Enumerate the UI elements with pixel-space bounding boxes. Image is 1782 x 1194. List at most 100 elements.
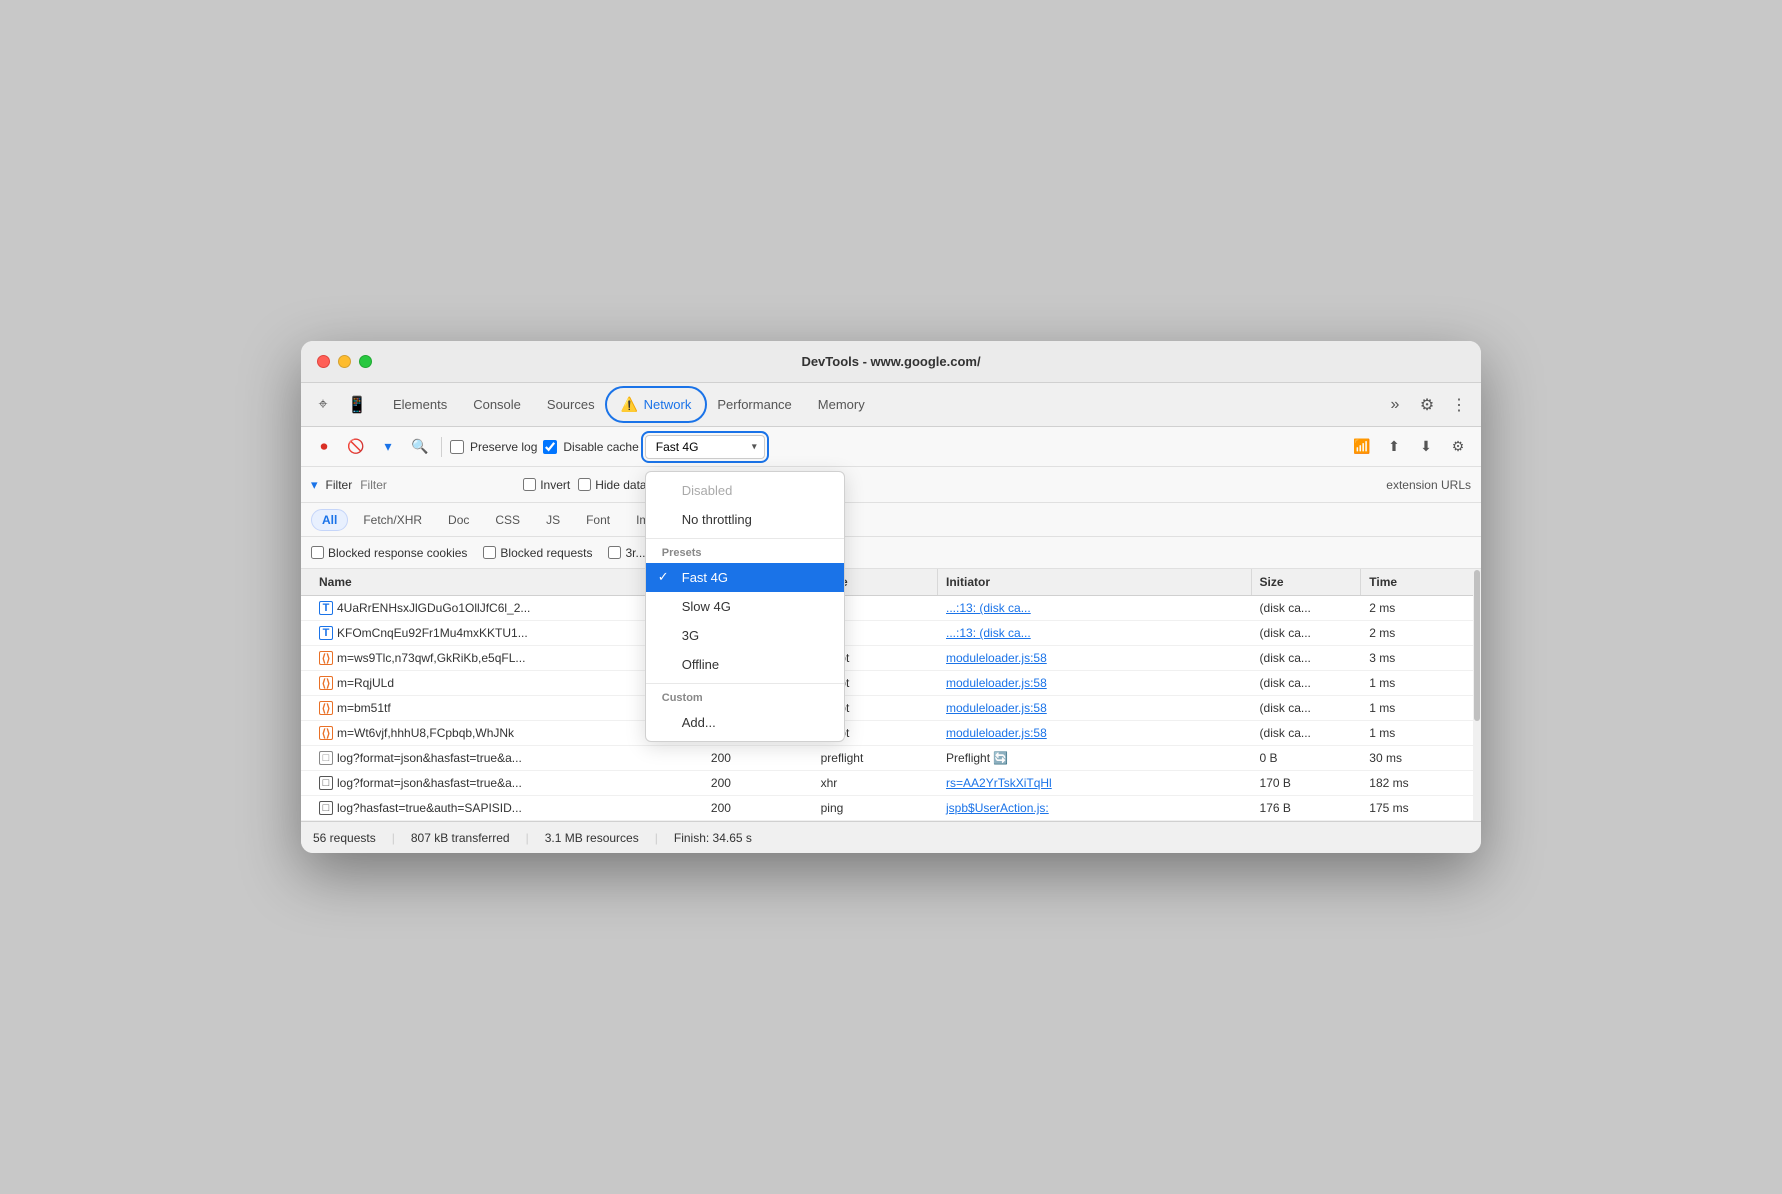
row-initiator[interactable]: ...:13: (disk ca... [938, 596, 1252, 620]
dropdown-item-fast4g[interactable]: ✓ Fast 4G [646, 563, 844, 592]
dropdown-item-add[interactable]: Add... [646, 708, 844, 737]
type-btn-fetch-xhr[interactable]: Fetch/XHR [352, 509, 433, 531]
invert-checkbox-label[interactable]: Invert [523, 478, 570, 492]
disable-cache-text: Disable cache [563, 440, 638, 454]
row-size: (disk ca... [1252, 721, 1362, 745]
row-initiator[interactable]: rs=AA2YrTskXiTqHl [938, 771, 1252, 795]
table-row[interactable]: ⟨⟩ m=Wt6vjf,hhhU8,FCpbqb,WhJNk 200 scrip… [301, 721, 1481, 746]
row-initiator[interactable]: moduleloader.js:58 [938, 646, 1252, 670]
scrollbar[interactable] [1473, 569, 1481, 821]
table-row[interactable]: ⟨⟩ m=RqjULd 200 script moduleloader.js:5… [301, 671, 1481, 696]
row-initiator[interactable]: ...:13: (disk ca... [938, 621, 1252, 645]
tab-console[interactable]: Console [461, 391, 533, 418]
title-bar: DevTools - www.google.com/ [301, 341, 1481, 383]
filter-bar: ▾ Filter Invert Hide data... extension U… [301, 467, 1481, 503]
type-filter-bar: All Fetch/XHR Doc CSS JS Font Img Media … [301, 503, 1481, 537]
status-divider-1: | [392, 831, 395, 845]
tab-memory[interactable]: Memory [806, 391, 877, 418]
record-button[interactable]: ⏺ [311, 434, 337, 460]
table-row[interactable]: ⟨⟩ m=bm51tf 200 script moduleloader.js:5… [301, 696, 1481, 721]
check-icon: ✓ [658, 569, 669, 585]
throttle-select[interactable]: Fast 4G No throttling Slow 4G 3G Offline [645, 435, 765, 459]
inspect-icon[interactable]: ⌖ [309, 391, 337, 419]
row-size: (disk ca... [1252, 696, 1362, 720]
tab-performance[interactable]: Performance [705, 391, 803, 418]
network-toolbar: ⏺ 🚫 ▾ 🔍 Preserve log Disable cache Fast … [301, 427, 1481, 467]
dropdown-item-no-throttling[interactable]: No throttling [646, 505, 844, 534]
dropdown-separator-2 [646, 683, 844, 684]
row-initiator[interactable]: moduleloader.js:58 [938, 696, 1252, 720]
resources-size: 3.1 MB resources [545, 831, 639, 845]
tab-network[interactable]: ⚠️ Network [609, 390, 704, 419]
checkbox-bar: Blocked response cookies Blocked request… [301, 537, 1481, 569]
table-row[interactable]: T 4UaRrENHsxJlGDuGo1OllJfC6l_2... 200 fo… [301, 596, 1481, 621]
blocked-cookies-checkbox[interactable] [311, 546, 324, 559]
tab-right-icons: » ⚙ ⋮ [1381, 391, 1473, 419]
settings-icon[interactable]: ⚙ [1413, 391, 1441, 419]
third-party-text: 3r... [625, 546, 645, 560]
dropdown-item-fast4g-label: Fast 4G [682, 570, 728, 585]
row-time: 175 ms [1361, 796, 1471, 820]
tab-sources[interactable]: Sources [535, 391, 607, 418]
scrollbar-thumb[interactable] [1474, 570, 1480, 721]
more-tabs-icon[interactable]: » [1381, 391, 1409, 419]
row-time: 1 ms [1361, 671, 1471, 695]
throttle-dropdown-wrapper: Fast 4G No throttling Slow 4G 3G Offline… [645, 435, 765, 459]
table-row[interactable]: T KFOmCnqEu92Fr1Mu4mxKKTU1... 200 font .… [301, 621, 1481, 646]
row-initiator[interactable]: moduleloader.js:58 [938, 671, 1252, 695]
network-conditions-icon[interactable]: 📶 [1349, 434, 1375, 460]
minimize-button[interactable] [338, 355, 351, 368]
disable-cache-label[interactable]: Disable cache [543, 440, 638, 454]
blocked-cookies-text: Blocked response cookies [328, 546, 467, 560]
dropdown-item-offline[interactable]: Offline [646, 650, 844, 679]
dropdown-item-3g[interactable]: 3G [646, 621, 844, 650]
third-party-checkbox[interactable] [608, 546, 621, 559]
import-icon[interactable]: ⬆ [1381, 434, 1407, 460]
export-icon[interactable]: ⬇ [1413, 434, 1439, 460]
row-status: 200 [703, 746, 813, 770]
blocked-requests-label[interactable]: Blocked requests [483, 546, 592, 560]
more-options-icon[interactable]: ⋮ [1445, 391, 1473, 419]
row-initiator[interactable]: jspb$UserAction.js: [938, 796, 1252, 820]
invert-checkbox[interactable] [523, 478, 536, 491]
filter-icon[interactable]: ▾ [375, 434, 401, 460]
preserve-log-checkbox[interactable] [450, 440, 464, 454]
window-title: DevTools - www.google.com/ [801, 354, 980, 369]
network-settings-icon[interactable]: ⚙ [1445, 434, 1471, 460]
row-time: 182 ms [1361, 771, 1471, 795]
blocked-requests-checkbox[interactable] [483, 546, 496, 559]
row-size: (disk ca... [1252, 621, 1362, 645]
dropdown-item-no-throttling-label: No throttling [682, 512, 752, 527]
type-btn-font[interactable]: Font [575, 509, 621, 531]
row-time: 3 ms [1361, 646, 1471, 670]
type-btn-all[interactable]: All [311, 509, 348, 531]
dropdown-item-slow4g[interactable]: Slow 4G [646, 592, 844, 621]
clear-button[interactable]: 🚫 [343, 434, 369, 460]
hide-data-checkbox[interactable] [578, 478, 591, 491]
type-btn-css[interactable]: CSS [484, 509, 531, 531]
table-row[interactable]: □ log?format=json&hasfast=true&a... 200 … [301, 771, 1481, 796]
type-btn-js[interactable]: JS [535, 509, 571, 531]
invert-label: Invert [540, 478, 570, 492]
type-btn-doc[interactable]: Doc [437, 509, 480, 531]
col-initiator: Initiator [938, 569, 1252, 595]
blocked-cookies-label[interactable]: Blocked response cookies [311, 546, 467, 560]
row-initiator: Preflight 🔄 [938, 746, 1252, 770]
tab-elements[interactable]: Elements [381, 391, 459, 418]
third-party-label[interactable]: 3r... [608, 546, 645, 560]
xhr-type-icon: □ [319, 776, 333, 790]
table-row[interactable]: □ log?hasfast=true&auth=SAPISID... 200 p… [301, 796, 1481, 821]
table-row[interactable]: □ log?format=json&hasfast=true&a... 200 … [301, 746, 1481, 771]
table-row[interactable]: ⟨⟩ m=ws9Tlc,n73qwf,GkRiKb,e5qFL... 200 s… [301, 646, 1481, 671]
row-initiator[interactable]: moduleloader.js:58 [938, 721, 1252, 745]
network-table: Name Status Type Initiator Size Time T 4… [301, 569, 1481, 821]
device-toggle-icon[interactable]: 📱 [343, 391, 371, 419]
search-button[interactable]: 🔍 [407, 434, 433, 460]
close-button[interactable] [317, 355, 330, 368]
disable-cache-checkbox[interactable] [543, 440, 557, 454]
row-time: 1 ms [1361, 696, 1471, 720]
script-type-icon: ⟨⟩ [319, 726, 333, 740]
preserve-log-label[interactable]: Preserve log [450, 440, 537, 454]
filter-input[interactable] [360, 478, 515, 492]
maximize-button[interactable] [359, 355, 372, 368]
